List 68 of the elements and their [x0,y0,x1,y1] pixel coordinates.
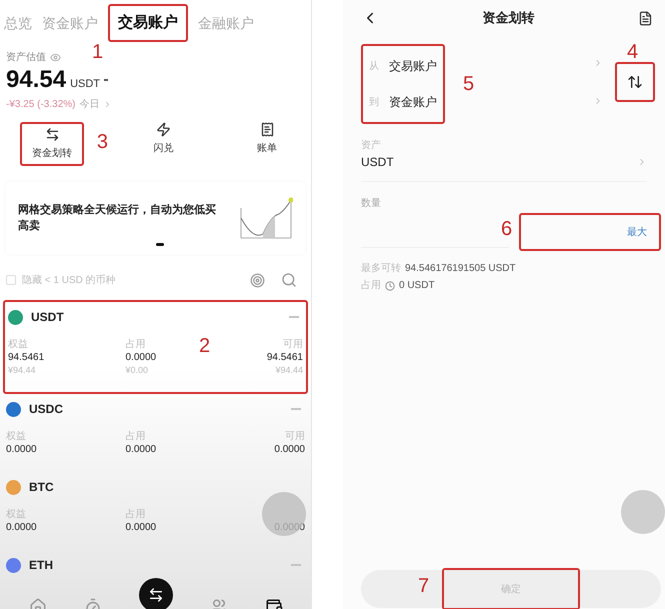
fiat-value: ¥94.44 [275,364,303,376]
filter-label: 隐藏 < 1 USD 的币种 [22,274,116,288]
column-value: 0.0000 [126,443,156,456]
column-label: 占用 [126,430,146,443]
coin-symbol: USDT [31,309,64,326]
column-label: 权益 [6,430,26,443]
max-transferable-value: 94.546176191505 USDT [405,262,516,276]
floating-button[interactable] [262,492,306,536]
action-button[interactable]: 账单 [243,122,291,166]
coin-symbol: ETH [29,557,53,574]
valuation-label: 资产估值 [6,50,46,65]
column-value: 0.0000 [6,521,37,534]
swap-direction-icon[interactable] [627,74,643,90]
account-name[interactable]: 交易账户 [389,57,437,75]
amount-label: 数量 [361,197,382,211]
grid-chart-drawing [239,196,293,240]
max-button[interactable]: 最大 [627,224,647,240]
occupied-label: 占用 [361,278,381,293]
column-value: 0.0000 [126,351,156,364]
target-icon[interactable] [250,272,265,288]
eye-icon[interactable] [50,52,61,63]
column-value: 0.0000 [274,443,305,456]
column-value: 94.5461 [266,351,303,364]
route-label: 到 [369,96,380,110]
bill-icon [260,122,274,137]
coin-symbol: BTC [29,479,54,496]
max-transferable-label: 最多可转 [361,262,401,276]
asset-value[interactable]: USDT [361,153,394,171]
occupied-value: 0 USDT [399,279,435,293]
swap-icon [148,587,164,603]
annotation-number: 1 [92,42,104,62]
action-button[interactable]: 闪兑 [140,122,188,166]
balance-unit[interactable]: USDT [70,76,100,92]
fiat-value: ¥0.00 [126,364,148,376]
transfer-icon [44,127,60,142]
annotation-number: 6 [501,219,512,239]
column-value: 94.5461 [8,351,44,364]
account-tab[interactable]: 交易账户 [118,12,178,34]
promo-banner[interactable]: 网格交易策略全天候运行，自动为您低买高卖 [6,182,305,254]
hide-small-checkbox[interactable] [6,275,16,285]
column-label: 可用 [285,430,305,443]
annotation-number: 3 [96,132,108,152]
column-label: 可用 [283,338,303,351]
account-name[interactable]: 资金账户 [389,93,437,111]
balance-amount: 94.54 [6,65,66,95]
fiat-value: ¥94.44 [8,364,36,376]
floating-button[interactable] [621,490,665,534]
search-icon[interactable] [281,272,297,288]
trade-button[interactable] [138,578,172,609]
column-value: 0.0000 [6,443,37,456]
asset-label: 资产 [361,138,382,153]
document-icon[interactable] [638,10,653,26]
annotation-number: 4 [627,42,638,62]
annotation-number: 5 [463,74,474,94]
action-button[interactable]: 资金划转 [28,127,76,161]
column-value: 0.0000 [126,521,156,534]
coin-symbol: USDC [29,401,64,418]
column-label: 权益 [8,338,28,351]
page-title: 资金划转 [482,9,534,28]
clock-icon[interactable] [385,280,395,290]
page-indicator [156,243,164,246]
annotation-number: 2 [199,336,210,356]
column-label: 占用 [126,338,146,351]
annotation-number: 7 [418,576,430,596]
banner-text: 网格交易策略全天候运行，自动为您低买高卖 [18,202,217,234]
convert-icon [156,122,171,137]
route-label: 从 [369,60,380,74]
daily-change: -¥3.25 (-3.32%) [6,98,76,112]
